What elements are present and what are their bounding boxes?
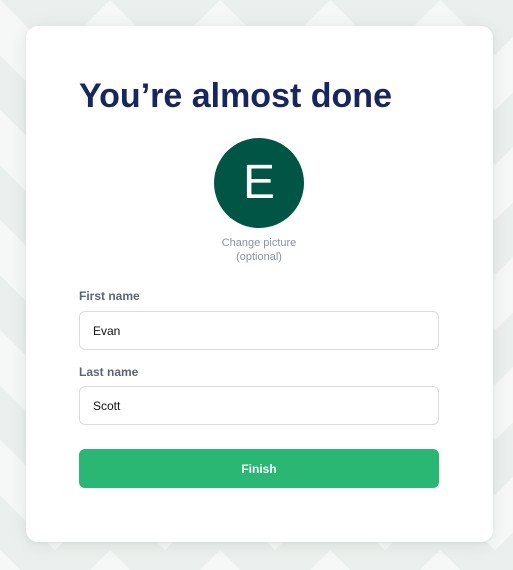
first-name-input[interactable]	[79, 311, 439, 350]
change-picture-label: Change picture	[221, 237, 297, 249]
change-picture-link[interactable]: Change picture (optional)	[190, 236, 328, 264]
change-picture-optional: (optional)	[236, 251, 282, 263]
last-name-input[interactable]	[79, 386, 439, 425]
first-name-label: First name	[79, 289, 140, 303]
avatar[interactable]: E	[214, 138, 304, 228]
last-name-label: Last name	[79, 365, 139, 379]
page-title: You’re almost done	[79, 77, 392, 115]
avatar-initial: E	[242, 156, 275, 209]
onboarding-card: You’re almost done E Change picture (opt…	[26, 26, 493, 542]
finish-button[interactable]: Finish	[79, 449, 439, 488]
